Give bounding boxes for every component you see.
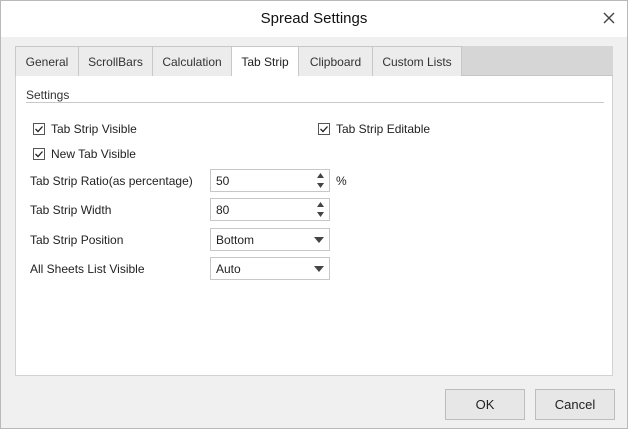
spin-down-icon[interactable]: [312, 210, 329, 221]
tab-clipboard[interactable]: Clipboard: [298, 46, 373, 76]
close-icon: [603, 12, 615, 27]
tab-label: Clipboard: [309, 54, 362, 69]
tab-strip-width-label: Tab Strip Width: [30, 203, 112, 217]
all-sheets-list-visible-label: All Sheets List Visible: [30, 262, 145, 276]
title-bar: Spread Settings: [1, 1, 627, 37]
ok-button[interactable]: OK: [445, 389, 525, 420]
tab-calculation[interactable]: Calculation: [152, 46, 232, 76]
tab-strip-width-spinner[interactable]: 80: [210, 198, 330, 221]
tab-custom-lists[interactable]: Custom Lists: [372, 46, 462, 76]
check-icon: [33, 123, 45, 135]
all-sheets-list-visible-select[interactable]: Auto: [210, 257, 330, 280]
cancel-button[interactable]: Cancel: [535, 389, 615, 420]
tab-strip-visible-label: Tab Strip Visible: [51, 122, 137, 136]
dialog-title: Spread Settings: [260, 10, 368, 27]
new-tab-visible-label: New Tab Visible: [51, 147, 136, 161]
ratio-value: 50: [216, 174, 230, 188]
spin-up-icon[interactable]: [312, 199, 329, 210]
tab-strip-ratio-label: Tab Strip Ratio(as percentage): [30, 174, 193, 188]
ratio-unit: %: [336, 174, 347, 188]
tab-strip-editable-label: Tab Strip Editable: [336, 122, 431, 136]
tab-strip-ratio-spinner[interactable]: 50: [210, 169, 330, 192]
check-icon: [33, 148, 45, 160]
settings-group-title: Settings: [26, 88, 70, 102]
tab-strip-editable-checkbox[interactable]: Tab Strip Editable: [318, 122, 430, 136]
chevron-down-icon[interactable]: [309, 258, 329, 279]
tab-label: Custom Lists: [382, 54, 452, 69]
tab-label: ScrollBars: [88, 54, 143, 69]
tab-label: General: [25, 54, 69, 69]
tab-label: Tab Strip: [241, 55, 289, 69]
chevron-down-icon[interactable]: [309, 229, 329, 250]
tab-label: Calculation: [162, 54, 222, 69]
spin-buttons: [312, 170, 329, 191]
spin-down-icon[interactable]: [312, 181, 329, 192]
spread-settings-dialog: Spread Settings General ScrollBars Calcu…: [0, 0, 628, 429]
tab-strip-position-label: Tab Strip Position: [30, 233, 124, 247]
spin-buttons: [312, 199, 329, 220]
group-divider: [26, 102, 604, 103]
tab-tab-strip[interactable]: Tab Strip: [231, 46, 299, 77]
position-value: Bottom: [216, 233, 255, 247]
close-button[interactable]: [597, 7, 621, 31]
tab-general[interactable]: General: [15, 46, 79, 76]
check-icon: [318, 123, 330, 135]
tab-strip-position-select[interactable]: Bottom: [210, 228, 330, 251]
tab-strip-panel: Settings Tab Strip Visible Tab Strip Edi…: [15, 76, 613, 376]
spin-up-icon[interactable]: [312, 170, 329, 181]
tab-strip-visible-checkbox[interactable]: Tab Strip Visible: [33, 122, 137, 136]
tab-scrollbars[interactable]: ScrollBars: [78, 46, 153, 76]
tab-strip: General ScrollBars Calculation Tab Strip…: [15, 46, 613, 77]
new-tab-visible-checkbox[interactable]: New Tab Visible: [33, 147, 136, 161]
all-sheets-value: Auto: [216, 262, 241, 276]
width-value: 80: [216, 203, 230, 217]
